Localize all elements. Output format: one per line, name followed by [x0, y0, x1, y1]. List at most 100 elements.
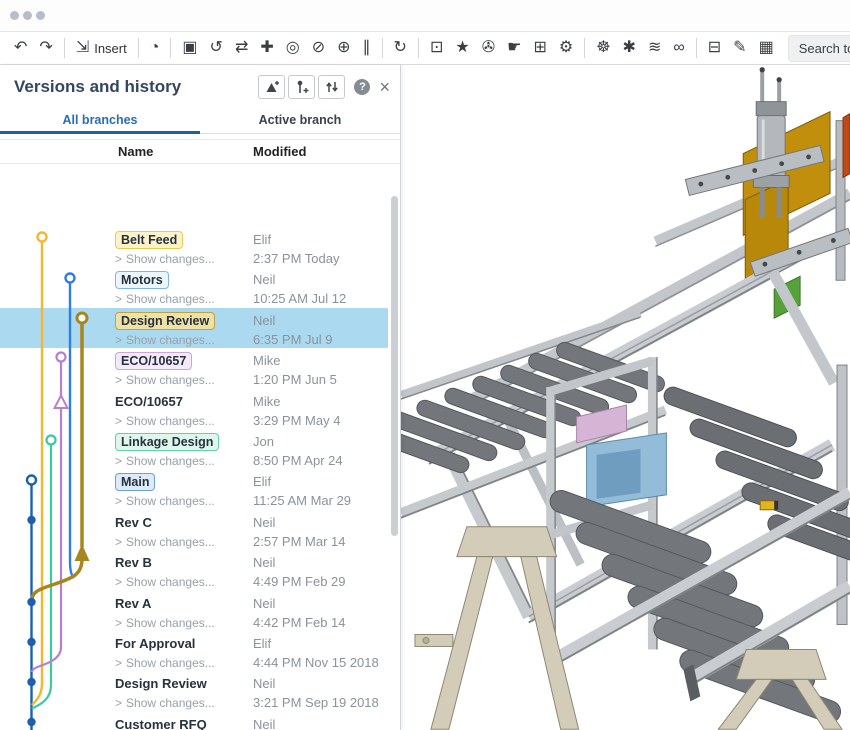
3d-viewport[interactable] [401, 65, 850, 730]
version-name[interactable]: Customer RFQ [115, 717, 207, 730]
insert-icon: ⇲ [76, 39, 89, 57]
version-row[interactable]: Rev C>Show changes...Neil2:57 PM Mar 14 [0, 510, 388, 550]
version-row[interactable]: Rev A>Show changes...Neil4:42 PM Feb 14 [0, 591, 388, 631]
undo-button[interactable]: ↶ [10, 37, 31, 59]
show-changes-link[interactable]: >Show changes... [115, 252, 253, 266]
version-node-customer-rfq[interactable] [27, 718, 35, 726]
show-changes-link[interactable]: >Show changes... [115, 616, 253, 630]
version-node-rev-c[interactable] [27, 516, 35, 524]
version-row[interactable]: Main>Show changes...Elif11:25 AM Mar 29 [0, 469, 388, 509]
exploded-view-button[interactable]: ⊟ [704, 37, 725, 59]
gear-relation-button[interactable]: ☸ [592, 37, 614, 59]
belt-relation-icon: ∞ [673, 39, 684, 57]
branch-node-eco[interactable] [57, 353, 66, 362]
compare-button[interactable] [318, 75, 345, 99]
modified-author: Neil [253, 675, 379, 692]
scrollbar-thumb[interactable] [391, 196, 398, 536]
branch-node-design-review[interactable] [77, 313, 87, 323]
redo-button[interactable]: ↷ [35, 37, 56, 59]
fastened-mate-button[interactable]: ▣ [178, 37, 201, 59]
yellow-sensor[interactable] [760, 501, 776, 510]
create-version-button[interactable] [258, 75, 285, 99]
insert-fastener-button[interactable]: ✇ [478, 37, 499, 59]
slider-mate-button[interactable]: ⇄ [231, 37, 252, 59]
branch-node-linkage[interactable] [47, 436, 56, 445]
orange-panel[interactable] [843, 114, 850, 178]
branch-node-belt-feed[interactable] [38, 233, 47, 242]
bom-table-button[interactable]: ▦ [755, 37, 778, 59]
branch-node-motors[interactable] [66, 274, 75, 283]
version-node-for-approval[interactable] [27, 638, 35, 646]
drawing-button[interactable]: ✎ [729, 37, 750, 59]
show-changes-link[interactable]: >Show changes... [115, 494, 253, 508]
branch-node-main[interactable] [27, 476, 36, 485]
window-dot-2[interactable] [23, 11, 32, 20]
create-branch-button[interactable] [288, 75, 315, 99]
help-button[interactable]: ? [354, 79, 370, 95]
show-changes-link[interactable]: >Show changes... [115, 454, 253, 468]
window-dot-1[interactable] [10, 11, 19, 20]
transform-button[interactable]: ⊡ [426, 37, 447, 59]
version-row[interactable]: Design Review>Show changes...Neil3:21 PM… [0, 671, 388, 711]
show-changes-link[interactable]: >Show changes... [115, 373, 253, 387]
show-changes-link[interactable]: >Show changes... [115, 414, 253, 428]
version-row[interactable]: Motors>Show changes...Neil10:25 AM Jul 1… [0, 267, 388, 307]
version-name[interactable]: For Approval [115, 636, 195, 651]
revolute-mate-button[interactable]: ↺ [206, 37, 227, 59]
show-changes-link[interactable]: >Show changes... [115, 292, 253, 306]
rotate-button[interactable]: ↻ [390, 37, 411, 59]
show-changes-link[interactable]: >Show changes... [115, 575, 253, 589]
version-name[interactable]: ECO/10657 [115, 394, 183, 409]
pink-block[interactable] [577, 405, 627, 443]
panel-scrollbar[interactable] [391, 196, 398, 730]
version-name[interactable]: Rev A [115, 596, 151, 611]
version-row[interactable]: For Approval>Show changes...Elif4:44 PM … [0, 631, 388, 671]
slider-mate-icon: ⇄ [235, 39, 248, 57]
version-name[interactable]: Design Review [115, 676, 207, 691]
version-row[interactable]: Belt Feed>Show changes...Elif2:37 PM Tod… [0, 227, 388, 267]
version-row[interactable]: Customer RFQ>Show changes...Neil4:24 PM … [0, 712, 388, 730]
version-row[interactable]: Rev B>Show changes...Neil4:49 PM Feb 29 [0, 550, 388, 590]
branch-badge[interactable]: Motors [115, 271, 169, 289]
show-changes-link[interactable]: >Show changes... [115, 333, 253, 347]
show-changes-link[interactable]: >Show changes... [115, 535, 253, 549]
quick-tools-button[interactable]: ★ [451, 37, 473, 59]
insert-button[interactable]: ⇲Insert [72, 37, 131, 59]
version-row[interactable]: Linkage Design>Show changes...Jon8:50 PM… [0, 429, 388, 469]
search-tools-input[interactable] [788, 35, 850, 62]
version-name[interactable]: Rev B [115, 555, 152, 570]
ball-mate-button[interactable]: ◎ [282, 37, 304, 59]
planar-mate-button[interactable]: ✚ [256, 37, 277, 59]
conveyor-assembly-model[interactable] [401, 65, 850, 730]
window-dot-3[interactable] [36, 11, 45, 20]
modified-author: Elif [253, 473, 351, 490]
version-node-design-review[interactable] [27, 678, 35, 686]
tab-all-branches[interactable]: All branches [0, 107, 200, 133]
branch-badge[interactable]: Design Review [115, 312, 215, 330]
left-support-legs[interactable] [415, 527, 579, 730]
version-name[interactable]: Rev C [115, 515, 152, 530]
cylindrical-mate-button[interactable]: ⊕ [333, 37, 354, 59]
branch-badge[interactable]: Main [115, 473, 155, 491]
cam-relation-button[interactable]: ✱ [619, 37, 640, 59]
branch-badge[interactable]: ECO/10657 [115, 352, 192, 370]
branch-badge[interactable]: Linkage Design [115, 433, 219, 451]
show-changes-link[interactable]: >Show changes... [115, 696, 253, 710]
spring-button[interactable]: ≋ [644, 37, 665, 59]
pattern-button[interactable]: ⊞ [529, 37, 550, 59]
version-node-rev-a[interactable] [27, 598, 35, 606]
replicate-button[interactable]: ⚙ [555, 37, 577, 59]
close-panel-button[interactable]: × [379, 79, 390, 95]
blue-block[interactable] [587, 433, 667, 507]
drag-snap-button[interactable]: ☛ [503, 37, 525, 59]
pin-slot-mate-button[interactable]: ⊘ [308, 37, 329, 59]
tab-active-branch[interactable]: Active branch [200, 107, 400, 133]
show-changes-link[interactable]: >Show changes... [115, 656, 253, 670]
parallel-mate-button[interactable]: ∥ [359, 37, 375, 59]
branch-badge[interactable]: Belt Feed [115, 231, 183, 249]
modified-time: 2:57 PM Mar 14 [253, 534, 346, 549]
belt-relation-button[interactable]: ∞ [669, 37, 688, 59]
version-list: Belt Feed>Show changes...Elif2:37 PM Tod… [0, 227, 388, 730]
version-row[interactable]: Design Review>Show changes...Neil6:35 PM… [0, 308, 388, 348]
history-button[interactable]: ◔ [146, 37, 164, 59]
